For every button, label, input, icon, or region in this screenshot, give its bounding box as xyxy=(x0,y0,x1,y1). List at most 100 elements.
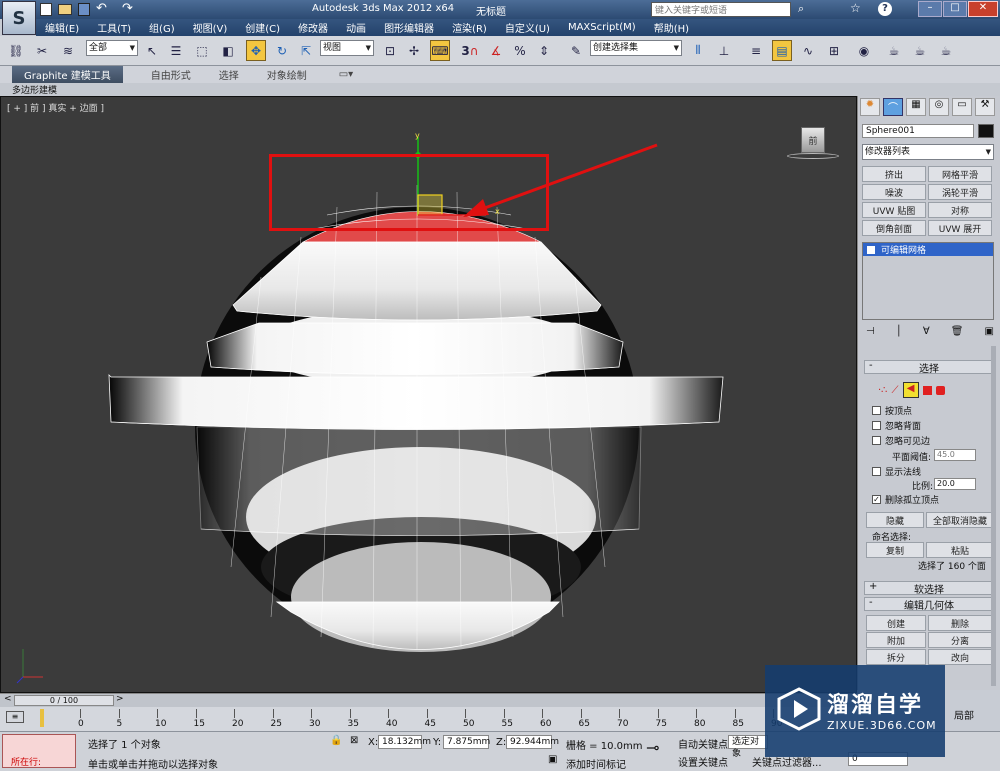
modifier-symmetry-button[interactable]: 对称 xyxy=(928,202,992,218)
modifier-uvw-unwrap-button[interactable]: UVW 展开 xyxy=(928,220,992,236)
edge-mode-icon[interactable]: ⟋ xyxy=(892,385,899,396)
new-file-icon[interactable] xyxy=(40,3,52,16)
configure-sets-icon[interactable]: ▣ xyxy=(985,326,994,340)
scale-tool-icon[interactable]: ⇱ xyxy=(296,40,316,61)
menu-animation[interactable]: 动画 xyxy=(346,20,366,35)
face-mode-icon[interactable]: ◀ xyxy=(902,382,919,398)
mirror-icon[interactable]: ⫴ xyxy=(688,40,708,61)
star-icon[interactable]: ☆ xyxy=(850,1,861,15)
menu-customize[interactable]: 自定义(U) xyxy=(505,20,550,35)
planar-threshold-spinner[interactable]: 45.0 xyxy=(934,449,976,461)
redo-icon[interactable]: ↷ xyxy=(122,1,133,16)
hierarchy-tab-icon[interactable]: ▦ xyxy=(906,98,926,116)
object-color-swatch[interactable] xyxy=(978,124,994,138)
modifier-bevel-profile-button[interactable]: 倒角剖面 xyxy=(862,220,926,236)
motion-tab-icon[interactable]: ◎ xyxy=(929,98,949,116)
prev-frame-button[interactable]: < xyxy=(4,694,12,704)
pin-stack-icon[interactable]: ⊣ xyxy=(866,326,875,340)
subpanel-label[interactable]: 多边形建模 xyxy=(12,83,57,96)
render-icon[interactable]: ☕ xyxy=(936,40,956,61)
viewcube-ring[interactable] xyxy=(787,153,839,159)
panel-scrollbar[interactable] xyxy=(991,346,996,686)
turn-button[interactable]: 改向 xyxy=(928,649,992,665)
open-file-icon[interactable] xyxy=(58,4,72,15)
ignore-backfacing-checkbox[interactable]: 忽略背面 xyxy=(872,419,921,432)
absolute-mode-icon[interactable]: ⊠ xyxy=(350,735,358,746)
set-key-button[interactable]: 设置关键点 xyxy=(678,754,728,769)
mini-curve-icon[interactable]: ≡ xyxy=(6,711,24,723)
paste-button[interactable]: 粘贴 xyxy=(926,542,994,558)
vertex-mode-icon[interactable]: ·∴ xyxy=(878,385,888,396)
modifier-noise-button[interactable]: 噪波 xyxy=(862,184,926,200)
create-tab-icon[interactable]: ✹ xyxy=(860,98,880,116)
ribbon-options-icon[interactable]: ▭▾ xyxy=(339,69,353,80)
create-button[interactable]: 创建 xyxy=(866,615,926,631)
timeline-ruler[interactable]: ≡ 051015202530354045505560657075808590 xyxy=(0,707,860,731)
help-icon[interactable]: ? xyxy=(878,2,892,16)
align-icon[interactable]: ⊥ xyxy=(714,40,734,61)
unlink-icon[interactable]: ✂ xyxy=(32,40,52,61)
modifier-turbosmooth-button[interactable]: 涡轮平滑 xyxy=(928,184,992,200)
scale-spinner[interactable]: 20.0 xyxy=(934,478,976,490)
modifier-uvw-map-button[interactable]: UVW 贴图 xyxy=(862,202,926,218)
modify-tab-icon[interactable]: ⌒ xyxy=(883,98,903,116)
menu-rendering[interactable]: 渲染(R) xyxy=(452,20,487,35)
graphite-toggle-icon[interactable]: ▤ xyxy=(772,40,792,61)
close-button[interactable]: ✕ xyxy=(968,1,998,17)
material-editor-icon[interactable]: ◉ xyxy=(854,40,874,61)
search-input[interactable]: 键入关键字或短语 xyxy=(651,2,791,17)
menu-edit[interactable]: 编辑(E) xyxy=(45,20,79,35)
menu-views[interactable]: 视图(V) xyxy=(193,20,228,35)
select-manipulate-icon[interactable]: ✢ xyxy=(404,40,424,61)
delete-isolated-checkbox[interactable]: ✓ 删除孤立顶点 xyxy=(872,493,939,506)
schematic-view-icon[interactable]: ⊞ xyxy=(824,40,844,61)
move-tool-icon[interactable]: ✥ xyxy=(246,40,266,61)
minimize-button[interactable]: – xyxy=(918,1,942,17)
tab-graphite[interactable]: Graphite 建模工具 xyxy=(12,66,123,83)
modifier-list-dropdown[interactable]: 修改器列表 xyxy=(862,144,994,160)
copy-button[interactable]: 复制 xyxy=(866,542,924,558)
menu-maxscript[interactable]: MAXScript(M) xyxy=(568,22,636,33)
curve-editor-icon[interactable]: ∿ xyxy=(798,40,818,61)
named-selection-dropdown[interactable]: 创建选择集 xyxy=(590,40,682,56)
select-by-name-icon[interactable]: ☰ xyxy=(166,40,186,61)
viewcube[interactable]: 前 xyxy=(801,127,825,153)
maximize-button[interactable]: □ xyxy=(943,1,967,17)
menu-help[interactable]: 帮助(H) xyxy=(654,20,689,35)
modifier-extrude-button[interactable]: 挤出 xyxy=(862,166,926,182)
selection-rollout-header[interactable]: - 选择 xyxy=(864,360,994,375)
soft-selection-rollout-header[interactable]: + 软选择 xyxy=(864,581,994,596)
pivot-center-icon[interactable]: ⊡ xyxy=(380,40,400,61)
display-tab-icon[interactable]: ▭ xyxy=(952,98,972,116)
tab-freeform[interactable]: 自由形式 xyxy=(151,67,191,82)
x-coordinate-field[interactable]: 18.132mm xyxy=(378,735,431,749)
maxscript-listener[interactable]: 所在行: xyxy=(2,734,76,768)
layer-manager-icon[interactable]: ≡ xyxy=(746,40,766,61)
edit-geometry-rollout-header[interactable]: - 编辑几何体 xyxy=(864,597,994,612)
tab-object-paint[interactable]: 对象绘制 xyxy=(267,67,307,82)
binoculars-icon[interactable]: ⌕ xyxy=(798,2,804,16)
by-vertex-checkbox[interactable]: 按顶点 xyxy=(872,404,912,417)
unhide-all-button[interactable]: 全部取消隐藏 xyxy=(926,512,994,528)
reference-coord-dropdown[interactable]: 视图 xyxy=(320,40,374,56)
front-viewport[interactable]: [ + ] 前 ] 真实 + 边面 ] y x 前 xyxy=(0,96,857,693)
render-setup-icon[interactable]: ☕ xyxy=(884,40,904,61)
add-time-tag[interactable]: 添加时间标记 xyxy=(566,756,626,771)
tab-selection[interactable]: 选择 xyxy=(219,67,239,82)
rotate-tool-icon[interactable]: ↻ xyxy=(272,40,292,61)
polygon-mode-icon[interactable] xyxy=(922,385,932,395)
modifier-meshsmooth-button[interactable]: 网格平滑 xyxy=(928,166,992,182)
element-mode-icon[interactable] xyxy=(935,385,945,395)
menu-group[interactable]: 组(G) xyxy=(149,20,175,35)
z-coordinate-field[interactable]: 92.944mm xyxy=(506,735,559,749)
window-crossing-icon[interactable]: ◧ xyxy=(218,40,238,61)
next-frame-button[interactable]: > xyxy=(116,694,124,704)
time-slider[interactable]: < 0 / 100 > xyxy=(0,693,857,707)
undo-icon[interactable]: ↶ xyxy=(96,1,107,16)
hide-button[interactable]: 隐藏 xyxy=(866,512,924,528)
y-coordinate-field[interactable]: 7.875mm xyxy=(443,735,490,749)
menu-tools[interactable]: 工具(T) xyxy=(97,20,131,35)
object-name-field[interactable]: Sphere001 xyxy=(862,124,974,138)
select-object-icon[interactable]: ↖ xyxy=(142,40,162,61)
bind-spacewarp-icon[interactable]: ≋ xyxy=(58,40,78,61)
